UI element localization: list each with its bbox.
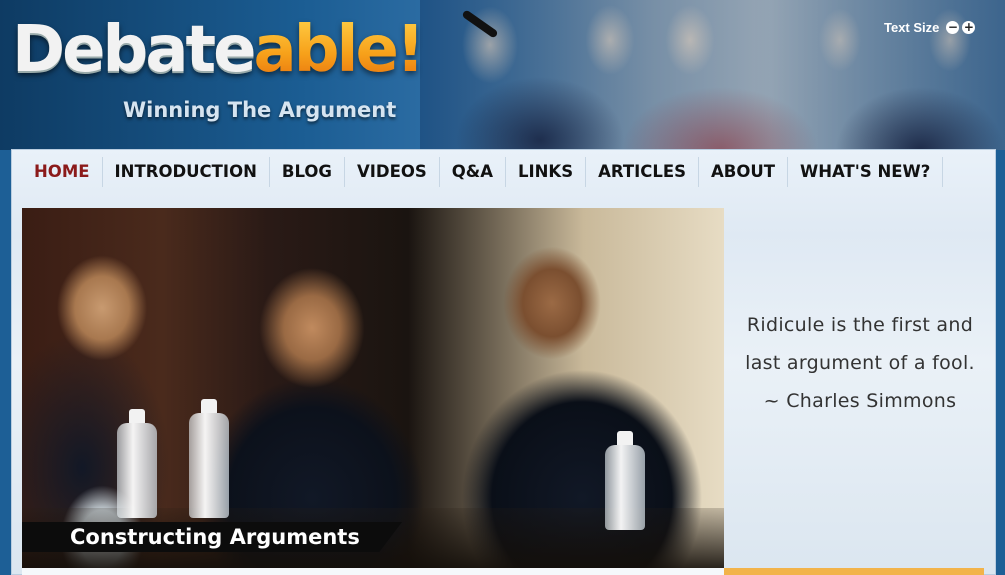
nav-item-articles[interactable]: ARTICLES [586,157,700,187]
nav-item-videos[interactable]: VIDEOS [345,157,440,187]
feature-caption[interactable]: Constructing Arguments [70,525,360,549]
logo-text-debate: Debate [12,13,257,87]
feature-bottom-strip [22,568,724,575]
nav-item-introduction[interactable]: INTRODUCTION [103,157,270,187]
microphone-graphic [461,9,499,39]
site-logo[interactable]: Debateable! [12,18,425,82]
featured-quote: Ridicule is the first and last argument … [745,314,975,412]
nav-item-about[interactable]: ABOUT [699,157,789,187]
nav-item-blog[interactable]: BLOG [270,157,345,187]
feature-slideshow-image[interactable]: Constructing Arguments [22,208,724,568]
plus-circle-icon[interactable]: + [962,20,976,34]
water-bottle-graphic [189,399,229,518]
site-header: Debateable! Winning The Argument Text Si… [0,0,1005,150]
water-bottle-graphic [117,409,157,518]
nav-item-qa[interactable]: Q&A [440,157,506,187]
nav-item-home[interactable]: HOME [24,157,103,187]
text-size-label: Text Size [884,19,940,35]
site-tagline: Winning The Argument [123,98,397,122]
main-navigation: HOME INTRODUCTION BLOG VIDEOS Q&A LINKS … [11,150,996,194]
nav-item-whats-new[interactable]: WHAT'S NEW? [788,157,944,187]
logo-text-able: able! [253,13,426,87]
nav-item-links[interactable]: LINKS [506,157,587,187]
minus-circle-icon[interactable]: − [946,20,960,34]
text-size-control: Text Size − + [884,19,976,35]
quote-accent-line [724,568,984,575]
water-bottle-graphic [605,431,645,530]
